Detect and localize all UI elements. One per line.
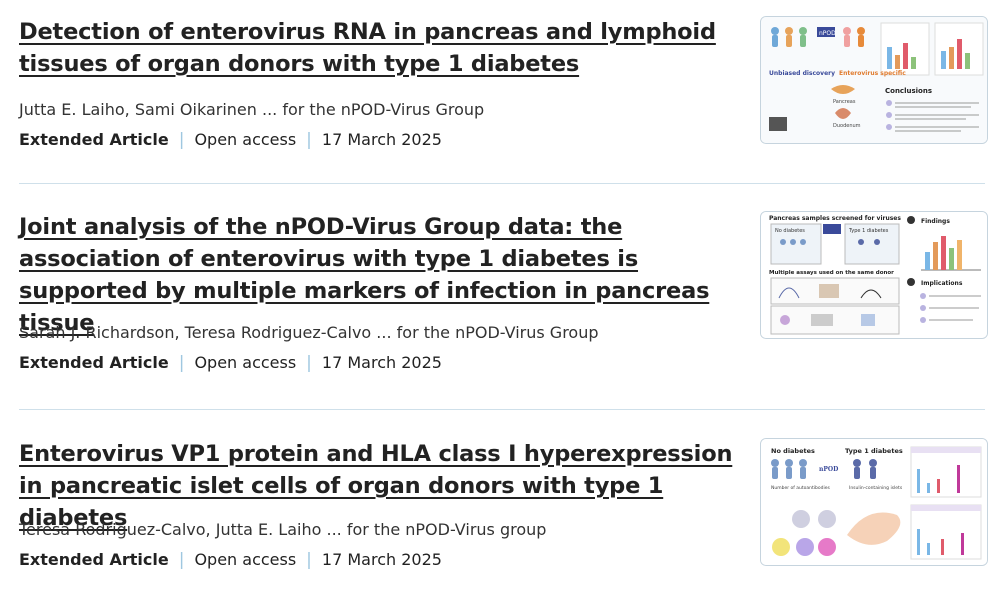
article-divider — [19, 409, 985, 410]
publication-date: 17 March 2025 — [321, 353, 442, 372]
thumb-label: nPOD — [819, 30, 836, 37]
meta-separator: | — [306, 550, 312, 570]
thumb-label: Findings — [921, 218, 950, 225]
graphical-abstract-image: Pancreas samples screened for viruses No… — [761, 212, 987, 338]
article-title-link[interactable]: Detection of enterovirus RNA in pancreas… — [19, 16, 739, 82]
thumb-label: Implications — [921, 280, 963, 287]
access-badge: Open access — [194, 353, 297, 372]
publication-date: 17 March 2025 — [321, 130, 442, 149]
thumb-label: Type 1 diabetes — [848, 228, 889, 234]
thumb-label: Type 1 diabetes — [845, 447, 903, 455]
thumb-label: Pancreas — [833, 99, 856, 105]
thumb-label: Number of autoantibodies — [771, 485, 831, 491]
meta-separator: | — [306, 353, 312, 373]
thumb-label: Insulin-containing islets — [849, 485, 903, 491]
publication-date: 17 March 2025 — [321, 550, 442, 569]
article-type: Extended Article — [19, 130, 169, 149]
meta-separator: | — [178, 550, 185, 570]
access-badge: Open access — [194, 550, 297, 569]
article-type: Extended Article — [19, 353, 169, 372]
thumb-label: Pancreas samples screened for viruses — [769, 215, 901, 222]
meta-separator: | — [178, 353, 185, 373]
thumb-label: Duodenum — [833, 123, 861, 129]
graphical-abstract-image: No diabetes Type 1 diabetes nPOD Number … — [761, 439, 987, 565]
meta-separator: | — [306, 130, 312, 150]
access-badge: Open access — [194, 130, 297, 149]
thumb-label: No diabetes — [775, 228, 805, 234]
meta-separator: | — [178, 130, 185, 150]
thumb-label: nPOD — [819, 466, 838, 473]
article-divider — [19, 183, 985, 184]
thumb-label: Enterovirus specific — [839, 70, 906, 77]
article-title-link[interactable]: Joint analysis of the nPOD-Virus Group d… — [19, 211, 729, 336]
thumb-label: Multiple assays used on the same donor — [769, 270, 894, 276]
thumb-label: Conclusions — [885, 87, 932, 95]
article-thumbnail-2[interactable]: Pancreas samples screened for viruses No… — [760, 211, 988, 339]
thumb-label: No diabetes — [771, 447, 815, 455]
article-thumbnail-1[interactable]: nPOD Unbiased discovery Enterovirus spec… — [760, 16, 988, 144]
article-type: Extended Article — [19, 550, 169, 569]
article-thumbnail-3[interactable]: No diabetes Type 1 diabetes nPOD Number … — [760, 438, 988, 566]
graphical-abstract-image: nPOD Unbiased discovery Enterovirus spec… — [761, 17, 987, 143]
thumb-label: Unbiased discovery — [769, 70, 835, 77]
article-meta: Extended Article | Open access | 17 Marc… — [19, 353, 985, 373]
article-title-link[interactable]: Enterovirus VP1 protein and HLA class I … — [19, 438, 739, 531]
